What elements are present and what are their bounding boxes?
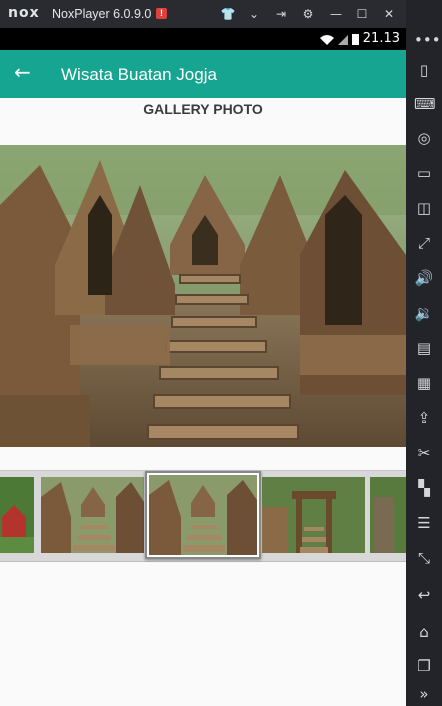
- emulator-version: NoxPlayer 6.0.9.0: [52, 7, 152, 21]
- warning-badge[interactable]: !: [156, 8, 167, 19]
- back-icon[interactable]: ↩: [414, 585, 434, 605]
- status-bar: 21.13: [0, 28, 406, 50]
- expand-icon[interactable]: »: [414, 684, 434, 704]
- gallery-title: GALLERY PHOTO: [143, 101, 263, 117]
- macro-icon[interactable]: ▦: [414, 373, 434, 393]
- nox-logo: nox: [8, 5, 40, 21]
- app-bar: ← Wisata Buatan Jogja: [0, 50, 406, 98]
- minimize-icon[interactable]: —: [328, 6, 344, 22]
- chevron-down-icon[interactable]: ⌄: [246, 6, 262, 22]
- keyboard-icon[interactable]: ⌨: [414, 94, 436, 114]
- clock: 21.13: [362, 31, 400, 46]
- screenshot-icon[interactable]: ◫: [414, 198, 434, 218]
- thumbnail-5[interactable]: [370, 477, 406, 553]
- emulator-toolbar: ••• ▯ ⌨ ◎ ▭ ◫ ⤢ 🔊 🔉 ▤ ▦ ⇪ ✂ ▚ ☰ ⤡ ↩ ⌂ ❐ …: [406, 0, 442, 706]
- emulator-titlebar: nox NoxPlayer 6.0.9.0 ! 👕 ⌄ ⇥ ⚙ — ☐ ✕: [0, 0, 406, 28]
- main-photo[interactable]: [0, 145, 406, 447]
- home-icon[interactable]: ⌂: [414, 622, 434, 642]
- pin-icon[interactable]: ⇥: [273, 6, 289, 22]
- screen-icon[interactable]: ▭: [414, 163, 434, 183]
- app-title: Wisata Buatan Jogja: [61, 65, 217, 84]
- gear-icon[interactable]: ⚙: [300, 6, 316, 22]
- thumbnail-2[interactable]: [41, 477, 144, 553]
- thumbnail-3-selected[interactable]: [145, 471, 261, 559]
- more-icon[interactable]: •••: [414, 30, 441, 50]
- recents-icon[interactable]: ❐: [414, 656, 434, 676]
- apk-icon[interactable]: ▤: [414, 338, 434, 358]
- volume-down-icon[interactable]: 🔉: [414, 303, 434, 323]
- scissors-icon[interactable]: ✂: [414, 443, 434, 463]
- menu-icon[interactable]: ☰: [414, 513, 434, 533]
- resize-icon[interactable]: ⤡: [414, 548, 434, 568]
- shirt-icon[interactable]: 👕: [220, 6, 236, 22]
- android-screen: 21.13 ← Wisata Buatan Jogja GALLERY PHOT…: [0, 28, 406, 706]
- volume-up-icon[interactable]: 🔊: [414, 268, 434, 288]
- signal-icons: [320, 34, 359, 45]
- thumbnail-strip[interactable]: [0, 470, 406, 562]
- location-icon[interactable]: ◎: [414, 128, 434, 148]
- multi-instance-icon[interactable]: ▚: [414, 478, 434, 498]
- install-apk-icon[interactable]: ⇪: [414, 408, 434, 428]
- fullscreen-icon[interactable]: ⤢: [414, 233, 434, 253]
- phone-icon[interactable]: ▯: [414, 60, 434, 80]
- back-arrow-icon[interactable]: ←: [14, 62, 34, 82]
- close-icon[interactable]: ✕: [381, 6, 397, 22]
- maximize-icon[interactable]: ☐: [354, 6, 370, 22]
- thumbnail-4[interactable]: [262, 477, 365, 553]
- thumbnail-1[interactable]: [0, 477, 34, 553]
